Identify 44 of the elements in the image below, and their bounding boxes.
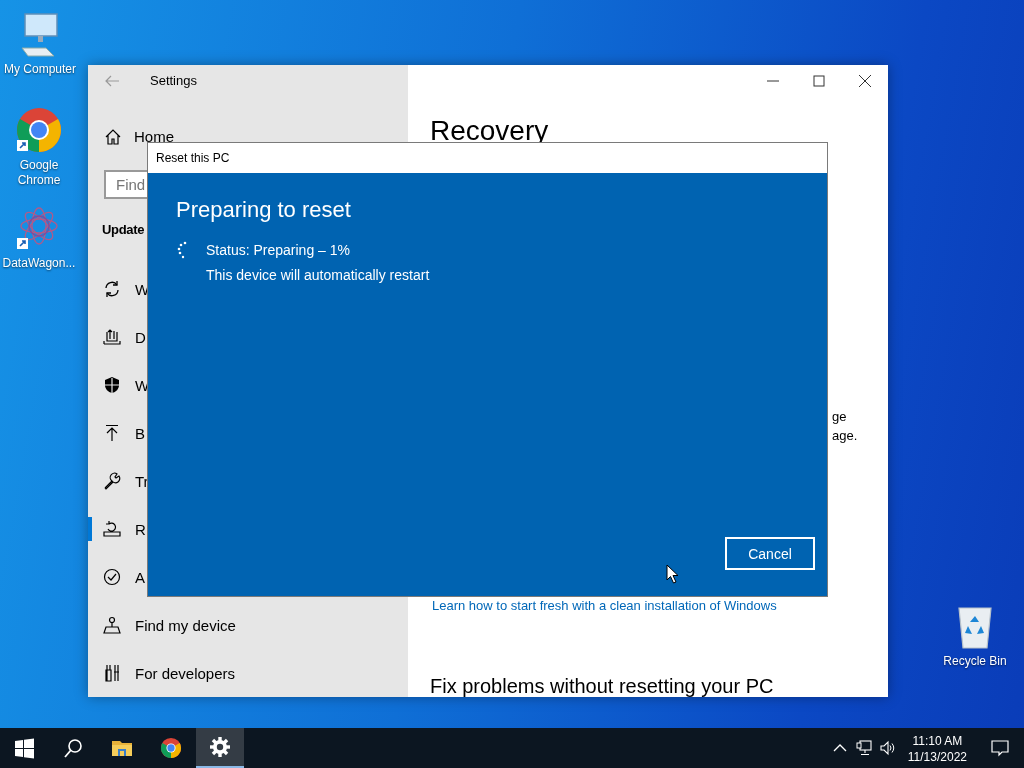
volume-icon[interactable] <box>879 740 896 756</box>
notification-icon[interactable] <box>991 739 1009 757</box>
status-text: Status: Preparing – 1% <box>206 241 350 259</box>
section-heading: Fix problems without resetting your PC <box>430 674 774 697</box>
upload-arrow-icon <box>103 424 121 442</box>
chrome-logo-icon <box>160 737 182 759</box>
shield-icon <box>103 376 121 394</box>
sidebar-item[interactable]: Find my device <box>88 601 408 649</box>
description-text: ge <box>832 408 848 426</box>
desktop-shortcut[interactable]: Recycle Bin <box>937 602 1013 669</box>
location-person-icon <box>103 616 121 634</box>
sidebar-item[interactable]: Tr <box>88 457 408 505</box>
windows-logo-icon <box>13 737 35 759</box>
dialog-title: Reset this PC <box>156 151 230 165</box>
home-icon <box>104 127 122 146</box>
check-circle-icon <box>103 568 121 586</box>
upload-tray-icon <box>103 328 121 346</box>
maximize-icon[interactable] <box>813 75 825 87</box>
description-text: age. <box>832 427 858 445</box>
dialog-heading: Preparing to reset <box>176 197 352 223</box>
restore-icon <box>103 520 121 538</box>
tools-icon <box>103 664 121 682</box>
window-title: Settings <box>150 73 197 89</box>
network-icon[interactable] <box>855 740 872 756</box>
clock-date[interactable]: 11/13/2022 <box>907 748 967 765</box>
taskbar-button[interactable] <box>196 728 244 768</box>
search-icon <box>62 737 84 759</box>
sidebar-item[interactable]: D <box>88 313 408 361</box>
section-title: Update <box>102 221 145 239</box>
message-text: This device will automatically restart <box>206 266 431 284</box>
sync-icon <box>103 280 121 298</box>
sidebar-item[interactable]: For developers <box>88 649 408 697</box>
mouse-cursor-icon <box>666 564 679 584</box>
page-title: Recovery <box>430 114 549 148</box>
chrome-logo-icon <box>15 106 63 154</box>
wrench-icon <box>103 472 121 490</box>
clock-time[interactable]: 11:10 AM <box>912 732 963 749</box>
close-icon[interactable] <box>859 75 871 87</box>
sidebar-item[interactable]: R <box>88 505 408 553</box>
sidebar-item[interactable]: B <box>88 409 408 457</box>
link[interactable]: Learn how to start fresh with a clean installation of Windows <box>432 596 777 615</box>
spinner-icon <box>176 241 188 259</box>
sidebar-item[interactable]: A <box>88 553 408 601</box>
cancel-button[interactable]: Cancel <box>725 537 815 570</box>
